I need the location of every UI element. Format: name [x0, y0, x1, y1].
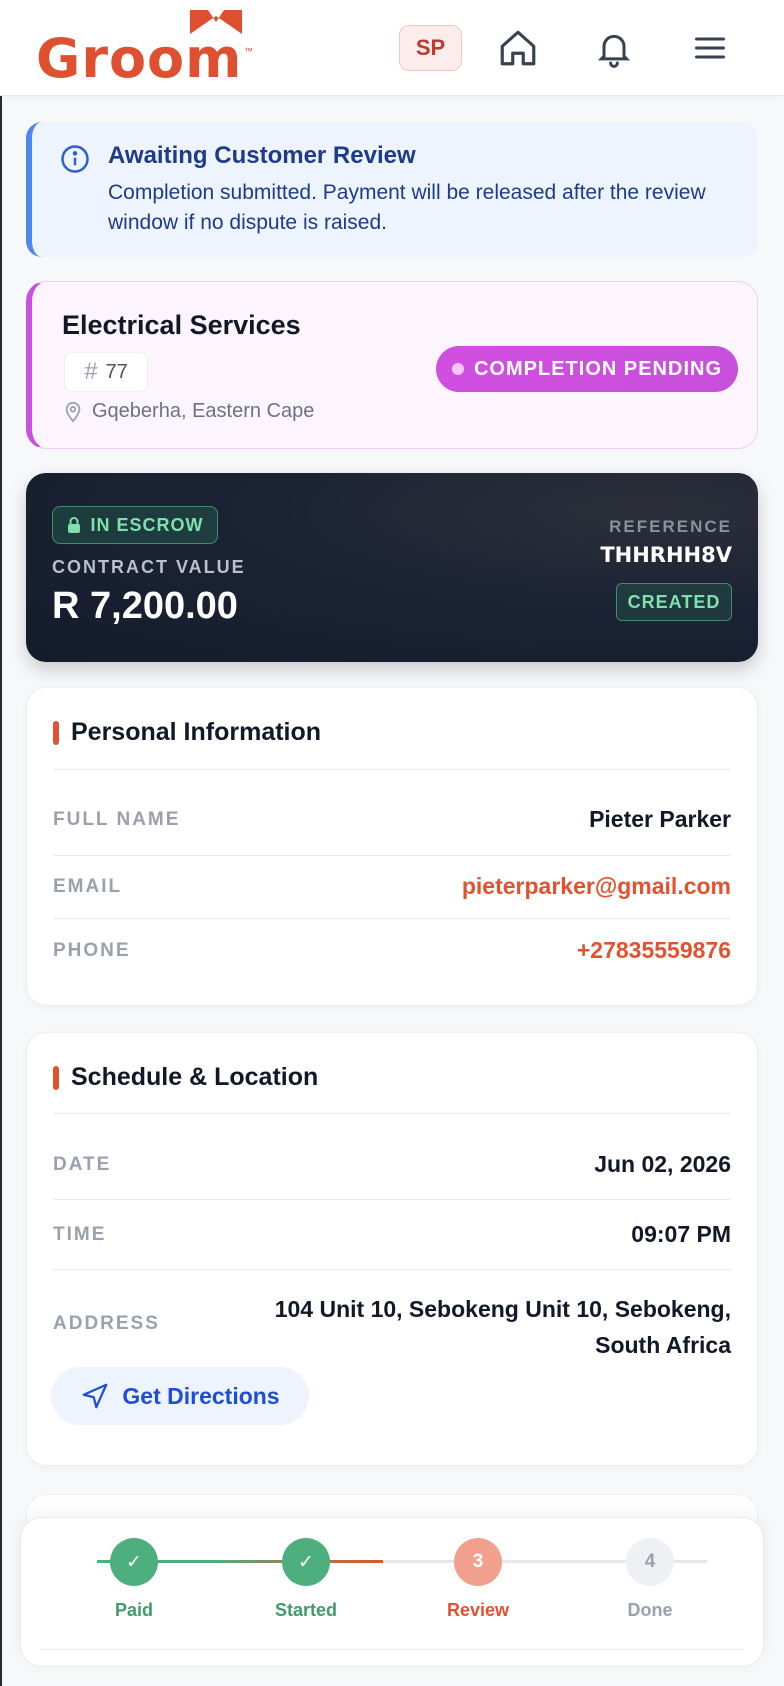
email-label: EMAIL — [53, 876, 123, 897]
job-id: 77 — [105, 360, 128, 383]
step-started: ✓ Started — [251, 1538, 361, 1621]
time-value: 09:07 PM — [631, 1221, 731, 1247]
page-edge — [0, 0, 2, 1686]
divider — [53, 1269, 731, 1270]
escrow-badge: IN ESCROW — [52, 506, 218, 544]
menu-icon[interactable] — [686, 24, 734, 72]
job-id-chip: # 77 — [64, 352, 148, 392]
phone-label: PHONE — [53, 940, 131, 961]
divider — [53, 1199, 731, 1200]
step-paid: ✓ Paid — [79, 1538, 189, 1621]
lock-icon — [68, 517, 81, 533]
contract-value-label: CONTRACT VALUE — [52, 557, 246, 577]
full-name-value: Pieter Parker — [589, 806, 731, 832]
address-value: 104 Unit 10, Sebokeng Unit 10, Sebokeng,… — [275, 1291, 731, 1363]
divider — [41, 1649, 743, 1650]
address-line-1: 104 Unit 10, Sebokeng Unit 10, Sebokeng, — [274, 1296, 731, 1322]
notice-title: Awaiting Customer Review — [108, 142, 416, 169]
bell-icon[interactable] — [590, 24, 638, 72]
schedule-title: Schedule & Location — [53, 1063, 318, 1092]
groom-logo[interactable]: Groom ™ — [36, 10, 256, 90]
email-link[interactable]: pieterparker@gmail.com — [462, 873, 731, 900]
divider — [53, 1113, 731, 1114]
progress-tracker: ✓ Paid ✓ Started 3 Review 4 Done — [20, 1517, 764, 1667]
full-name-label: FULL NAME — [53, 809, 181, 830]
user-avatar-button[interactable]: SP — [399, 25, 462, 71]
step-number: 3 — [454, 1538, 502, 1586]
check-icon: ✓ — [282, 1538, 330, 1586]
step-done: 4 Done — [595, 1538, 705, 1621]
app-header: Groom ™ SP — [0, 0, 784, 96]
divider — [53, 918, 731, 919]
date-value: Jun 02, 2026 — [594, 1151, 731, 1177]
contract-value: R 7,200.00 — [52, 585, 238, 627]
escrow-state-badge: CREATED — [616, 583, 732, 621]
time-label: TIME — [53, 1224, 107, 1245]
location-pin-icon — [65, 401, 81, 423]
navigation-arrow-icon — [83, 1383, 108, 1409]
logo-text: Groom — [36, 27, 243, 90]
get-directions-label: Get Directions — [122, 1382, 280, 1409]
status-badge: COMPLETION PENDING — [436, 346, 738, 392]
section-accent-bar — [53, 720, 59, 745]
check-icon: ✓ — [110, 1538, 158, 1586]
service-title: Electrical Services — [62, 310, 301, 340]
step-label: Paid — [114, 1600, 153, 1620]
section-accent-bar — [53, 1065, 59, 1090]
escrow-card: IN ESCROW CONTRACT VALUE R 7,200.00 REFE… — [26, 473, 758, 662]
personal-info-title: Personal Information — [53, 718, 321, 747]
divider — [53, 855, 731, 856]
step-review: 3 Review — [423, 1538, 533, 1621]
get-directions-button[interactable]: Get Directions — [51, 1367, 309, 1425]
step-number: 4 — [626, 1538, 674, 1586]
schedule-card: Schedule & Location DATE Jun 02, 2026 TI… — [26, 1032, 758, 1466]
address-label: ADDRESS — [53, 1313, 160, 1334]
review-notice: Awaiting Customer Review Completion subm… — [26, 122, 758, 257]
logo-trademark: ™ — [244, 46, 253, 56]
home-icon[interactable] — [494, 24, 542, 72]
divider — [53, 769, 731, 770]
reference-code: THHRHH8V — [600, 543, 732, 567]
address-line-2: South Africa — [595, 1332, 731, 1358]
reference-label: REFERENCE — [609, 517, 732, 536]
hash-icon: # — [84, 358, 98, 385]
service-location: Gqeberha, Eastern Cape — [62, 400, 314, 423]
personal-info-card: Personal Information FULL NAME Pieter Pa… — [26, 687, 758, 1006]
notice-body: Completion submitted. Payment will be re… — [108, 181, 706, 234]
status-text: COMPLETION PENDING — [473, 357, 722, 380]
phone-link[interactable]: +27835559876 — [577, 937, 731, 964]
service-card: Electrical Services # 77 Gqeberha, Easte… — [26, 281, 758, 449]
info-icon — [61, 145, 89, 173]
status-dot-icon — [451, 363, 464, 375]
schedule-title-text: Schedule & Location — [71, 1063, 319, 1091]
location-text: Gqeberha, Eastern Cape — [92, 400, 315, 422]
step-label: Started — [274, 1600, 337, 1620]
escrow-badge-text: IN ESCROW — [90, 514, 204, 535]
step-label: Review — [446, 1600, 510, 1620]
step-label: Done — [627, 1600, 673, 1620]
personal-info-title-text: Personal Information — [71, 718, 322, 746]
date-label: DATE — [53, 1154, 112, 1175]
